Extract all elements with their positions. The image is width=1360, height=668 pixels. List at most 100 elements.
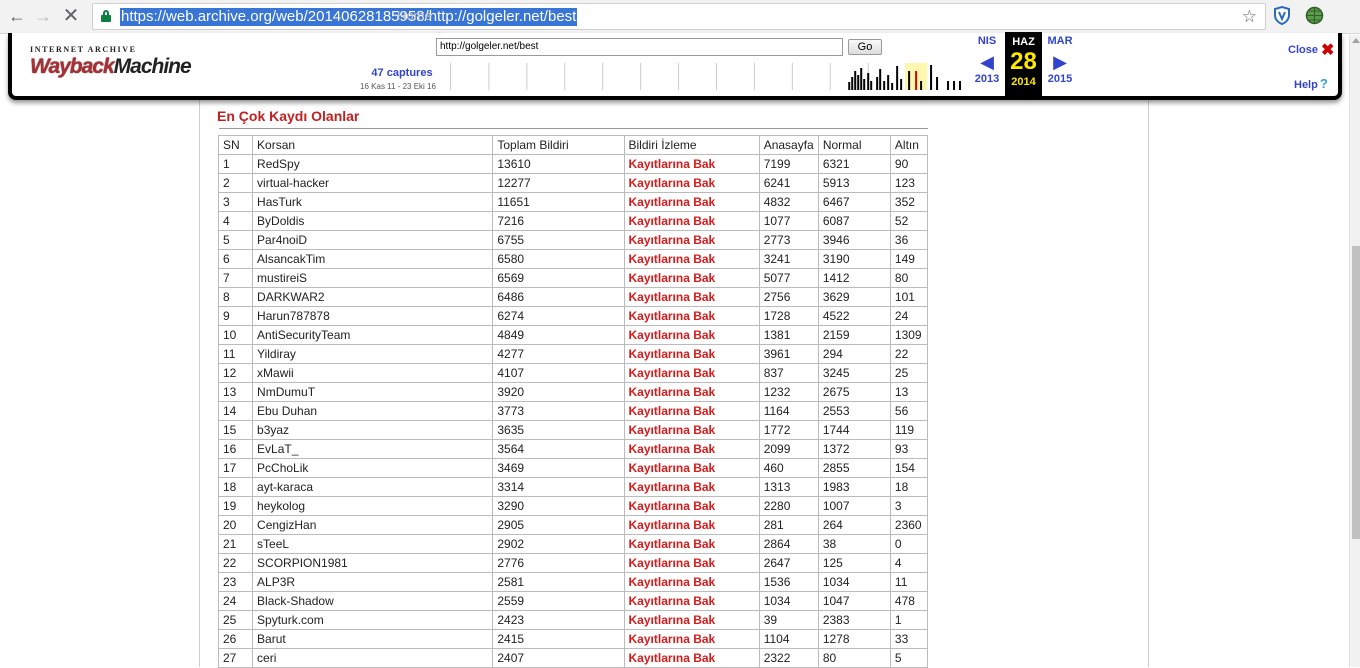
total-reports-cell: 2423 <box>492 610 625 630</box>
normal-count-cell: 1007 <box>817 496 891 516</box>
gold-count-cell: 36 <box>889 230 929 250</box>
homepage-count-cell: 1232 <box>758 382 819 402</box>
view-records-link[interactable]: Kayıtlarına Bak <box>623 401 760 421</box>
help-link[interactable]: Help? <box>1294 76 1328 91</box>
total-reports-cell: 2905 <box>492 515 625 535</box>
stop-loading-icon[interactable]: ✕ <box>60 5 82 27</box>
address-bar[interactable]: https://web.archive.org/web/201406281859… <box>92 3 1266 30</box>
prev-capture-arrow-icon[interactable]: ◀ <box>970 53 1004 71</box>
current-capture-date: HAZ 28 2014 <box>1005 32 1042 96</box>
view-records-link[interactable]: Kayıtlarına Bak <box>623 268 760 288</box>
close-icon[interactable]: ✖ <box>1321 42 1334 59</box>
view-records-link[interactable]: Kayıtlarına Bak <box>623 515 760 535</box>
homepage-count-cell: 2864 <box>758 534 819 554</box>
table-row: 5 Par4noiD 6755 Kayıtlarına Bak 2773 3946 36 <box>217 230 929 250</box>
normal-count-cell: 2383 <box>817 610 891 630</box>
next-year-label[interactable]: 2015 <box>1043 73 1077 85</box>
forward-arrow-icon[interactable]: → <box>32 5 54 27</box>
prev-month-nav[interactable]: NIS ◀ 2013 <box>970 35 1004 85</box>
view-records-link[interactable]: Kayıtlarına Bak <box>623 458 760 478</box>
sn-cell: 13 <box>217 382 254 402</box>
wayback-logo[interactable]: WaybackMachine <box>30 55 192 79</box>
view-records-link[interactable]: Kayıtlarına Bak <box>623 496 760 516</box>
view-records-link[interactable]: Kayıtlarına Bak <box>623 382 760 402</box>
next-month-nav[interactable]: MAR ▶ 2015 <box>1043 35 1077 85</box>
header-anasayfa: Anasayfa <box>758 135 819 155</box>
globe-extension-icon[interactable] <box>1305 6 1324 25</box>
hacker-name-cell: AntiSecurityTeam <box>252 325 494 345</box>
wayback-url-input[interactable]: http://golgeler.net/best <box>436 38 843 56</box>
current-year: 2014 <box>1011 76 1036 88</box>
table-row: 9 Harun787878 6274 Kayıtlarına Bak 1728 4522 2… <box>217 306 929 326</box>
total-reports-cell: 12277 <box>492 173 625 193</box>
view-records-link[interactable]: Kayıtlarına Bak <box>623 572 760 592</box>
hacker-name-cell: SCORPION1981 <box>252 553 494 573</box>
normal-count-cell: 1372 <box>817 439 891 459</box>
homepage-count-cell: 4832 <box>758 192 819 212</box>
view-records-link[interactable]: Kayıtlarına Bak <box>623 553 760 573</box>
view-records-link[interactable]: Kayıtlarına Bak <box>623 439 760 459</box>
view-records-link[interactable]: Kayıtlarına Bak <box>623 249 760 269</box>
view-records-link[interactable]: Kayıtlarına Bak <box>623 629 760 649</box>
sn-cell: 14 <box>217 401 254 421</box>
sn-cell: 18 <box>217 477 254 497</box>
gold-count-cell: 101 <box>889 287 929 307</box>
view-records-link[interactable]: Kayıtlarına Bak <box>623 325 760 345</box>
sn-cell: 21 <box>217 534 254 554</box>
sn-cell: 15 <box>217 420 254 440</box>
address-bar-url[interactable]: https://web.archive.org/web/201406281859… <box>120 8 578 26</box>
hacker-name-cell: CengizHan <box>252 515 494 535</box>
page-scrollbar[interactable] <box>1349 35 1360 667</box>
normal-count-cell: 2855 <box>817 458 891 478</box>
go-button[interactable]: Go <box>848 39 882 55</box>
sn-cell: 6 <box>217 249 254 269</box>
view-records-link[interactable]: Kayıtlarına Bak <box>623 344 760 364</box>
view-records-link[interactable]: Kayıtlarına Bak <box>623 154 760 174</box>
sn-cell: 10 <box>217 325 254 345</box>
sn-cell: 23 <box>217 572 254 592</box>
table-row: 10 AntiSecurityTeam 4849 Kayıtlarına Bak 138… <box>217 325 929 345</box>
view-records-link[interactable]: Kayıtlarına Bak <box>623 211 760 231</box>
total-reports-cell: 3290 <box>492 496 625 516</box>
total-reports-cell: 13610 <box>492 154 625 174</box>
total-reports-cell: 2902 <box>492 534 625 554</box>
view-records-link[interactable]: Kayıtlarına Bak <box>623 287 760 307</box>
header-altin: Altın <box>889 135 929 155</box>
sn-cell: 24 <box>217 591 254 611</box>
prev-year-label[interactable]: 2013 <box>970 73 1004 85</box>
scroll-thumb[interactable] <box>1352 246 1360 539</box>
bookmark-star-icon[interactable]: ☆ <box>1242 7 1257 27</box>
gold-count-cell: 4 <box>889 553 929 573</box>
view-records-link[interactable]: Kayıtlarına Bak <box>623 477 760 497</box>
view-records-link[interactable]: Kayıtlarına Bak <box>623 230 760 250</box>
view-records-link[interactable]: Kayıtlarına Bak <box>623 591 760 611</box>
view-records-link[interactable]: Kayıtlarına Bak <box>623 610 760 630</box>
view-records-link[interactable]: Kayıtlarına Bak <box>623 306 760 326</box>
total-reports-cell: 3314 <box>492 477 625 497</box>
view-records-link[interactable]: Kayıtlarına Bak <box>623 173 760 193</box>
view-records-link[interactable]: Kayıtlarına Bak <box>623 192 760 212</box>
gold-count-cell: 56 <box>889 401 929 421</box>
captures-link[interactable]: 47 captures <box>358 67 446 79</box>
back-arrow-icon[interactable]: ← <box>6 5 28 27</box>
homepage-count-cell: 2322 <box>758 648 819 668</box>
site-nav-home[interactable]: Home <box>397 8 432 23</box>
sn-cell: 27 <box>217 648 254 668</box>
normal-count-cell: 3190 <box>817 249 891 269</box>
next-month-label[interactable]: MAR <box>1043 35 1077 47</box>
shield-extension-icon[interactable] <box>1273 6 1291 25</box>
close-toolbar-button[interactable]: Close ✖ <box>1288 40 1334 60</box>
view-records-link[interactable]: Kayıtlarına Bak <box>623 363 760 383</box>
current-day: 28 <box>1010 48 1037 75</box>
homepage-count-cell: 1381 <box>758 325 819 345</box>
scroll-up-arrow-icon[interactable] <box>1352 38 1360 43</box>
view-records-link[interactable]: Kayıtlarına Bak <box>623 534 760 554</box>
table-row: 1 RedSpy 13610 Kayıtlarına Bak 7199 6321 90 <box>217 154 929 174</box>
prev-month-label[interactable]: NIS <box>970 35 1004 47</box>
help-icon[interactable]: ? <box>1320 76 1328 91</box>
capture-sparkline[interactable] <box>450 63 970 90</box>
internet-archive-label: INTERNET ARCHIVE <box>30 45 137 54</box>
view-records-link[interactable]: Kayıtlarına Bak <box>623 420 760 440</box>
view-records-link[interactable]: Kayıtlarına Bak <box>623 648 760 668</box>
next-capture-arrow-icon[interactable]: ▶ <box>1043 53 1077 71</box>
